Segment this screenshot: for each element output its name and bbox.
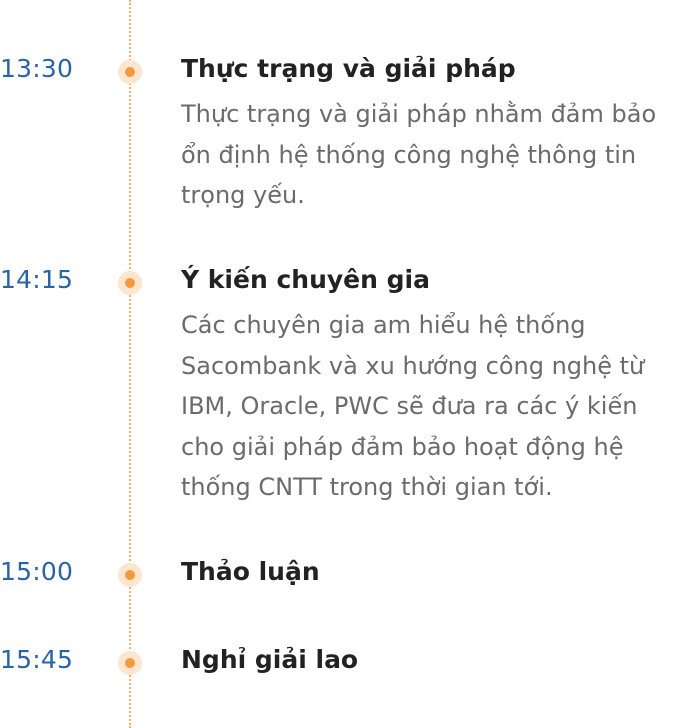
description-line: trọng yếu. xyxy=(181,181,305,209)
agenda-time: 15:45 xyxy=(0,645,74,674)
description-line: Thực trạng và giải pháp nhằm đảm bảo xyxy=(181,100,657,128)
agenda-time: 14:15 xyxy=(0,265,74,294)
agenda-title: Nghỉ giải lao xyxy=(181,645,359,674)
agenda-description: Thực trạng và giải pháp nhằm đảm bảo ổn … xyxy=(181,94,681,216)
description-line: thống CNTT trong thời gian tới. xyxy=(181,473,553,501)
timeline-dot-icon xyxy=(118,563,142,587)
description-line: Sacombank và xu hướng công nghệ từ xyxy=(181,351,645,380)
timeline-dot-icon xyxy=(118,60,142,84)
description-line: IBM, Oracle, PWC sẽ đưa ra các ý kiến xyxy=(181,392,638,420)
description-line: ổn định hệ thống công nghệ thông tin xyxy=(181,140,637,169)
agenda-time: 13:30 xyxy=(0,54,74,83)
description-line: cho giải pháp đảm bảo hoạt động hệ xyxy=(181,432,624,461)
timeline-line xyxy=(129,0,131,728)
agenda-title: Ý kiến chuyên gia xyxy=(181,265,430,294)
agenda-time: 15:00 xyxy=(0,557,74,586)
timeline-dot-icon xyxy=(118,651,142,675)
agenda-title: Thực trạng và giải pháp xyxy=(181,54,516,83)
timeline-dot-icon xyxy=(118,271,142,295)
agenda-title: Thảo luận xyxy=(181,557,320,586)
description-line: Các chuyên gia am hiểu hệ thống xyxy=(181,311,586,339)
agenda-description: Các chuyên gia am hiểu hệ thống Sacomban… xyxy=(181,305,681,508)
